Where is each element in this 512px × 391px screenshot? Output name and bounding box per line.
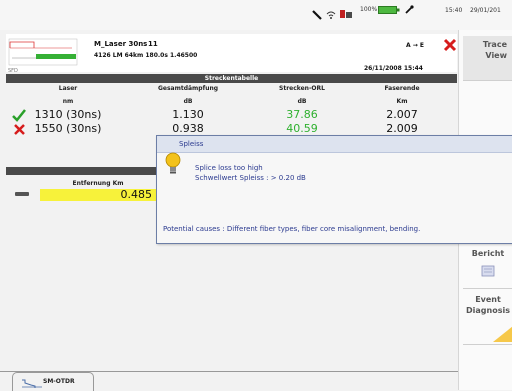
section-header: Streckentabelle — [6, 74, 457, 83]
acquisition-details: 4126 LM 64km 180.0s 1.46500 — [94, 52, 198, 59]
status-bar: 100% 15:40 29/01/201 — [0, 0, 512, 30]
direction-label: A → E — [406, 42, 424, 49]
event-popup: Spleiss Splice loss too high Schwellwert… — [156, 135, 512, 244]
bericht-button[interactable]: Bericht — [463, 240, 512, 289]
trace-thumbnail-graph — [8, 38, 78, 66]
unit-total-loss: dB — [183, 98, 193, 105]
corner-fold-icon — [493, 326, 512, 342]
column-header-total-loss: Gesamtdämpfung — [157, 85, 219, 92]
otdr-trace-icon — [22, 379, 42, 388]
trace-view-label: Trace View — [482, 40, 507, 60]
unit-laser: nm — [62, 98, 74, 105]
tab-label: SM-OTDR — [43, 378, 75, 385]
battery-icon — [378, 6, 400, 14]
orl-cell: 40.59 — [286, 122, 318, 135]
fiber-end-cell: 2.009 — [386, 122, 418, 135]
close-icon[interactable] — [443, 38, 457, 52]
laser-cell: 1310 (30ns) — [34, 108, 102, 121]
remote-control-icon — [340, 10, 352, 18]
measurement-index: 11 — [148, 40, 158, 48]
orl-cell: 37.86 — [286, 108, 318, 121]
marker-section-bar — [6, 167, 156, 175]
report-icon — [481, 265, 495, 277]
popup-threshold: Schwellwert Spleiss : > 0.20 dB — [195, 174, 306, 182]
event-diagnosis-label: Event Diagnosis — [466, 295, 510, 315]
trace-view-button[interactable]: Trace View — [463, 36, 512, 81]
laser-cell: 1550 (30ns) — [34, 122, 102, 135]
measurement-title: M_Laser 30ns — [94, 40, 148, 48]
wrench-icon — [405, 5, 414, 14]
unit-orl: dB — [297, 98, 307, 105]
popup-message: Splice loss too high — [195, 164, 263, 172]
marker-distance-header: Entfernung Km — [72, 180, 124, 187]
unit-fiber-end: Km — [396, 98, 408, 105]
marker-distance-value[interactable]: 0.485 — [40, 189, 156, 201]
clock-time: 15:40 — [445, 7, 463, 14]
table-row[interactable]: 1550 (30ns) 0.938 40.59 2.009 — [6, 122, 457, 136]
battery-percent: 100% — [360, 6, 378, 13]
measurement-datetime: 26/11/2008 15:44 — [364, 65, 423, 72]
tab-sm-otdr[interactable]: SM-OTDR — [12, 372, 94, 391]
check-icon — [12, 109, 26, 122]
column-header-orl: Strecken-ORL — [279, 85, 325, 92]
column-header-fiber-end: Faserende — [384, 85, 420, 92]
popup-title: Spleiss — [179, 140, 204, 148]
fiber-end-cell: 2.007 — [386, 108, 418, 121]
total-loss-cell: 1.130 — [172, 108, 204, 121]
column-header-laser: Laser — [58, 85, 78, 92]
fail-icon — [14, 124, 25, 135]
lightbulb-icon — [165, 152, 181, 174]
trace-thumbnail[interactable] — [8, 38, 78, 66]
total-loss-cell: 0.938 — [172, 122, 204, 135]
popup-causes: Potential causes : Different fiber types… — [163, 225, 421, 233]
event-diagnosis-button[interactable]: Event Diagnosis — [463, 292, 512, 345]
measurement-info-panel: SFD M_Laser 30ns 11 4126 LM 64km 180.0s … — [6, 34, 457, 74]
pen-icon — [312, 10, 322, 20]
popup-header: Spleiss — [157, 136, 512, 153]
table-row[interactable]: 1310 (30ns) 1.130 37.86 2.007 — [6, 108, 457, 122]
marker-icon — [15, 192, 29, 196]
clock-date: 29/01/201 — [470, 7, 501, 14]
signal-icon — [326, 11, 336, 19]
